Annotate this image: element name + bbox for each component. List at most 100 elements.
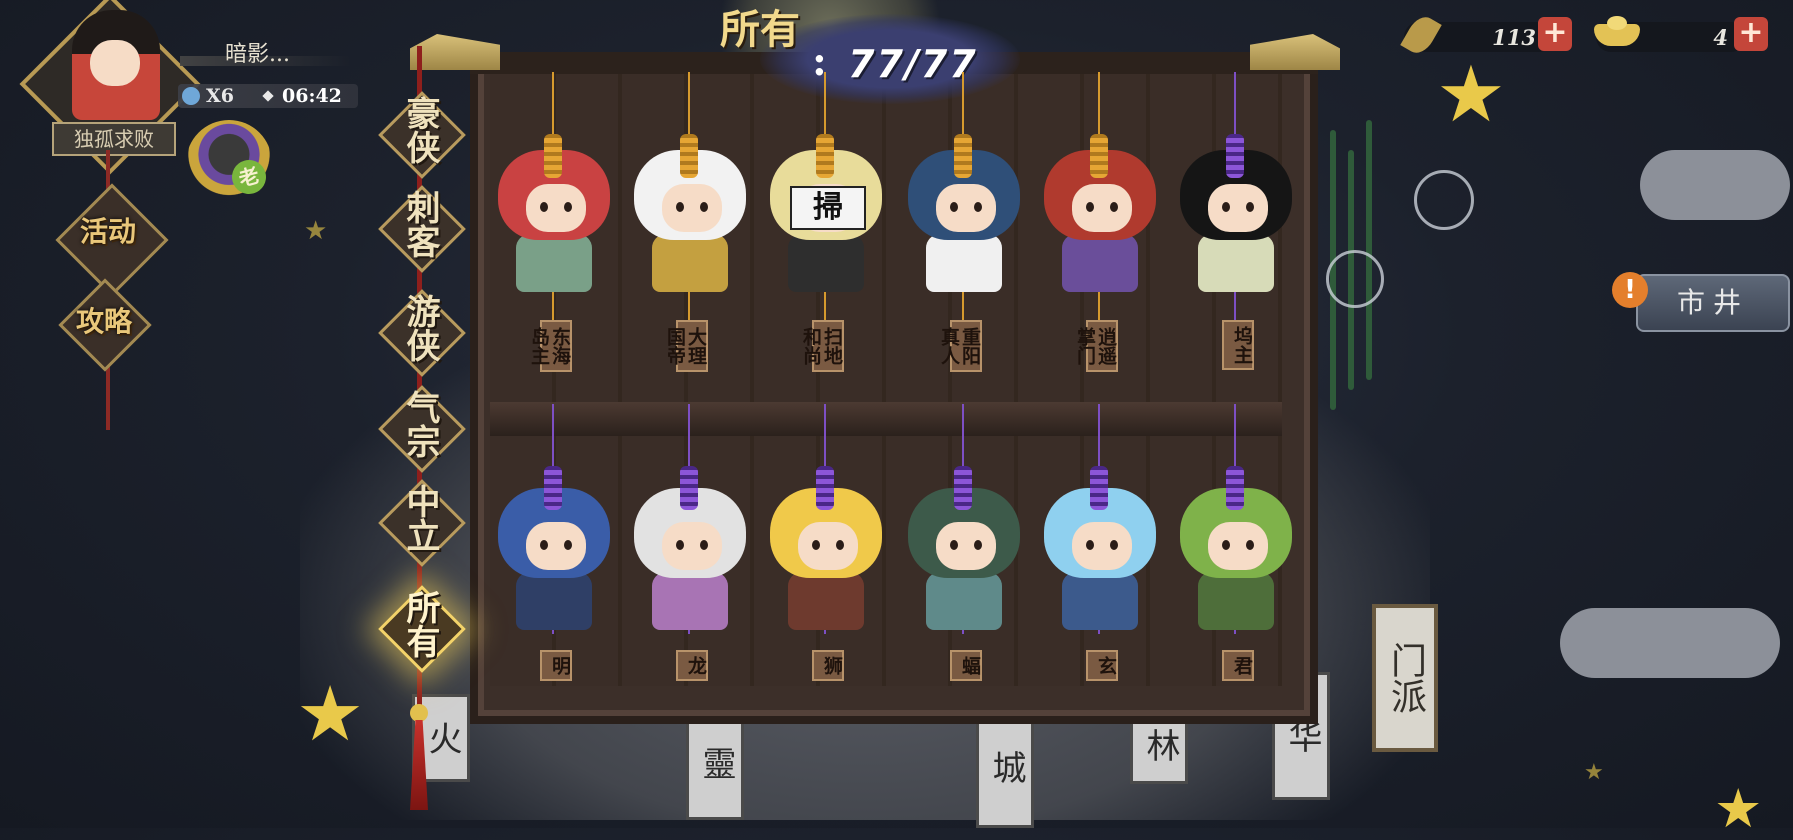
character-name-tag: 重阳真人 bbox=[938, 320, 982, 372]
star-icon: ★ bbox=[304, 216, 328, 246]
sect-button[interactable]: 门派 bbox=[1372, 604, 1438, 752]
left-eye bbox=[540, 540, 548, 550]
category-tab-label: 气宗 bbox=[400, 390, 440, 458]
category-tab-label: 豪侠 bbox=[400, 96, 440, 164]
bead-string bbox=[544, 466, 562, 510]
character-torso bbox=[1062, 572, 1138, 630]
character-name-tag: 大理国帝 bbox=[664, 320, 708, 372]
character-face bbox=[1072, 184, 1132, 232]
guide-label: 攻略 bbox=[75, 305, 132, 338]
add-ingot-button[interactable]: + bbox=[1734, 17, 1768, 51]
bead-string bbox=[544, 134, 562, 178]
shelf-ornament-left bbox=[410, 34, 500, 70]
character-card[interactable]: 逍遥掌门 bbox=[1032, 72, 1168, 372]
background-banner: 城 bbox=[976, 706, 1034, 828]
character-card[interactable]: 玄 bbox=[1032, 404, 1168, 704]
collection-label: 所有 bbox=[720, 6, 800, 53]
left-eye bbox=[1222, 540, 1230, 550]
character-torso bbox=[652, 234, 728, 292]
category-tab-label: 游侠 bbox=[400, 294, 440, 362]
category-tab[interactable]: 豪侠 bbox=[378, 91, 466, 179]
left-eye bbox=[812, 540, 820, 550]
character-card[interactable]: 重阳真人 bbox=[896, 72, 1032, 372]
bead-string bbox=[954, 134, 972, 178]
character-torso bbox=[926, 234, 1002, 292]
separator-diamond bbox=[262, 90, 274, 102]
character-face bbox=[526, 184, 586, 232]
character-face bbox=[662, 522, 722, 570]
bead-string bbox=[954, 466, 972, 510]
character-name-tag: 玄 bbox=[1086, 650, 1118, 681]
character-face bbox=[1208, 184, 1268, 232]
right-eye bbox=[700, 202, 708, 212]
stamina-count: X6 bbox=[206, 85, 234, 107]
character-torso bbox=[652, 572, 728, 630]
left-eye bbox=[540, 202, 548, 212]
left-eye bbox=[950, 202, 958, 212]
character-card[interactable]: 龙 bbox=[622, 404, 758, 704]
character-torso bbox=[1198, 572, 1274, 630]
shelf-ornament-right bbox=[1250, 34, 1340, 70]
character-torso bbox=[788, 234, 864, 292]
player-title: 独孤求败 bbox=[52, 122, 176, 156]
right-eye bbox=[974, 540, 982, 550]
character-card[interactable]: 坞主 bbox=[1168, 72, 1304, 372]
character-torso bbox=[926, 572, 1002, 630]
right-eye bbox=[1110, 540, 1118, 550]
character-name-tag: 君 bbox=[1222, 650, 1254, 681]
character-card[interactable]: 君 bbox=[1168, 404, 1304, 704]
star-icon: ★ bbox=[296, 669, 365, 758]
category-tab[interactable]: 游侠 bbox=[378, 289, 466, 377]
right-eye bbox=[564, 202, 572, 212]
gold-ingot-icon bbox=[1594, 16, 1640, 46]
bead-string bbox=[816, 134, 834, 178]
right-eye bbox=[1110, 202, 1118, 212]
star-icon: ★ bbox=[1584, 760, 1604, 785]
character-torso bbox=[1062, 234, 1138, 292]
category-tab[interactable]: 中立 bbox=[378, 479, 466, 567]
right-eye bbox=[1246, 540, 1254, 550]
bead-string bbox=[1226, 134, 1244, 178]
right-eye bbox=[836, 540, 844, 550]
category-tab[interactable]: 气宗 bbox=[378, 385, 466, 473]
left-eye bbox=[676, 202, 684, 212]
character-name-tag: 东海岛主 bbox=[528, 320, 572, 372]
left-eye bbox=[676, 540, 684, 550]
left-eye bbox=[1222, 202, 1230, 212]
character-face bbox=[662, 184, 722, 232]
character-face bbox=[936, 184, 996, 232]
bead-string bbox=[1090, 134, 1108, 178]
character-card[interactable]: 蝠 bbox=[896, 404, 1032, 704]
character-card[interactable]: 狮 bbox=[758, 404, 894, 704]
right-eye bbox=[974, 202, 982, 212]
alert-icon: ! bbox=[1612, 272, 1648, 308]
avatar-face bbox=[90, 40, 140, 86]
bubble-decoration bbox=[1414, 170, 1474, 230]
add-leaf-button[interactable]: + bbox=[1538, 17, 1572, 51]
stamina-bar: X6 06:42 bbox=[178, 84, 358, 108]
event-label: 活动 bbox=[79, 215, 136, 248]
left-eye bbox=[950, 540, 958, 550]
character-card[interactable]: 东海岛主 bbox=[486, 72, 622, 372]
character-card[interactable]: 明 bbox=[486, 404, 622, 704]
character-name-tag: 扫地和尚 bbox=[800, 320, 844, 372]
category-tab-label: 中立 bbox=[400, 484, 440, 552]
character-name-tag: 坞主 bbox=[1222, 320, 1254, 370]
character-card[interactable]: 掃扫地和尚 bbox=[758, 72, 894, 372]
market-button[interactable]: 市井 bbox=[1636, 274, 1790, 332]
category-tab[interactable]: 刺客 bbox=[378, 185, 466, 273]
character-card[interactable]: 大理国帝 bbox=[622, 72, 758, 372]
right-eye bbox=[1246, 202, 1254, 212]
character-face bbox=[936, 522, 996, 570]
character-name-tag: 龙 bbox=[676, 650, 708, 681]
category-tab-label: 刺客 bbox=[400, 190, 440, 258]
character-name-tag: 蝠 bbox=[950, 650, 982, 681]
character-torso bbox=[516, 234, 592, 292]
rope-bead bbox=[410, 704, 428, 722]
star-icon: ★ bbox=[1436, 50, 1506, 140]
bead-string bbox=[816, 466, 834, 510]
bead-string bbox=[1090, 466, 1108, 510]
character-name-tag: 狮 bbox=[812, 650, 844, 681]
category-tab[interactable]: 所有 bbox=[378, 585, 466, 673]
character-name-tag: 逍遥掌门 bbox=[1074, 320, 1118, 372]
